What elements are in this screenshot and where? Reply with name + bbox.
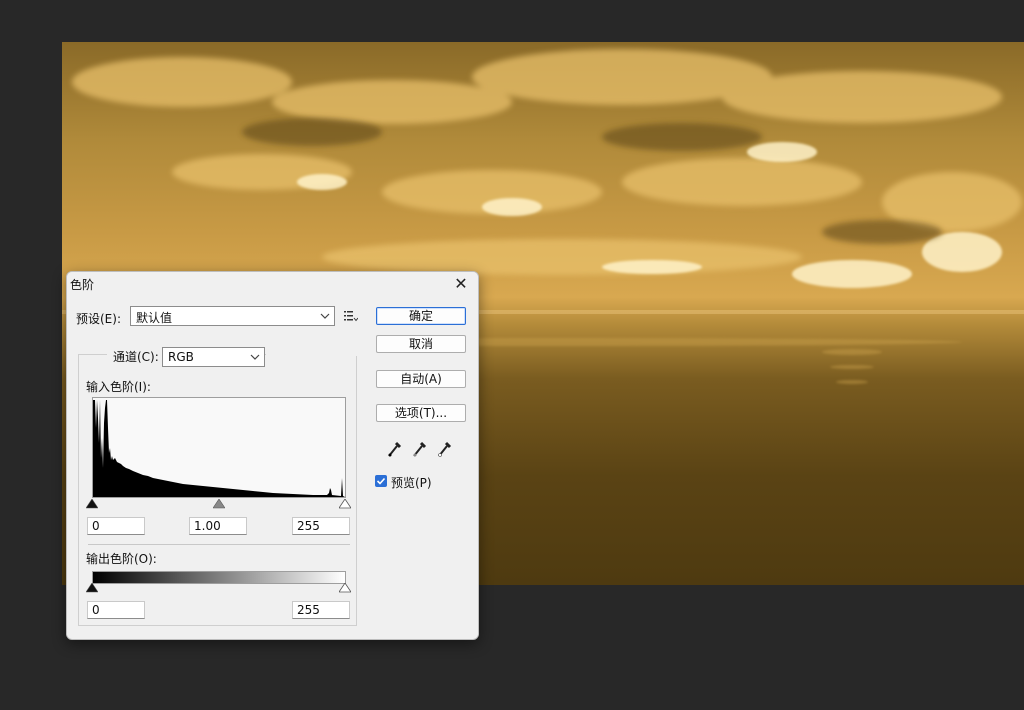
histogram-graph	[93, 400, 345, 497]
checkmark-icon	[376, 477, 386, 485]
separator	[88, 544, 350, 545]
channel-value: RGB	[168, 350, 194, 364]
ok-button[interactable]: 确定	[376, 307, 466, 325]
options-button[interactable]: 选项(T)...	[376, 404, 466, 422]
channel-dropdown[interactable]: RGB	[162, 347, 265, 367]
preset-menu-icon[interactable]	[344, 310, 358, 322]
input-gamma-field[interactable]: 1.00	[189, 517, 247, 535]
output-gradient-bar	[92, 571, 346, 584]
input-white-field[interactable]: 255	[292, 517, 350, 535]
chevron-down-icon	[250, 354, 260, 360]
output-white-slider[interactable]	[339, 583, 351, 593]
input-levels-label: 输入色阶(I):	[86, 380, 151, 394]
input-black-field[interactable]: 0	[87, 517, 145, 535]
preset-label: 预设(E):	[76, 312, 121, 326]
dialog-titlebar[interactable]: 色阶 ✕	[67, 272, 478, 296]
output-black-field[interactable]: 0	[87, 601, 145, 619]
chevron-down-icon	[320, 313, 330, 319]
input-black-slider[interactable]	[86, 499, 98, 509]
black-eyedropper-icon[interactable]	[387, 440, 403, 458]
auto-button[interactable]: 自动(A)	[376, 370, 466, 388]
preview-label: 预览(P)	[391, 476, 432, 490]
channel-label: 通道(C):	[107, 348, 163, 365]
preset-dropdown[interactable]: 默认值	[130, 306, 335, 326]
white-eyedropper-icon[interactable]	[437, 440, 453, 458]
dialog-title: 色阶	[70, 278, 95, 292]
histogram	[92, 397, 346, 498]
gray-eyedropper-icon[interactable]	[412, 440, 428, 458]
cancel-button[interactable]: 取消	[376, 335, 466, 353]
output-white-field[interactable]: 255	[292, 601, 350, 619]
preview-checkbox[interactable]	[375, 475, 387, 487]
input-gamma-slider[interactable]	[213, 499, 225, 509]
levels-dialog: 色阶 ✕ 预设(E): 默认值 确定 取消 自动(A) 选项(T)... 预览(…	[66, 271, 479, 640]
input-white-slider[interactable]	[339, 499, 351, 509]
preset-value: 默认值	[136, 311, 173, 325]
close-icon[interactable]: ✕	[450, 273, 472, 295]
output-black-slider[interactable]	[86, 583, 98, 593]
output-levels-label: 输出色阶(O):	[86, 552, 157, 566]
